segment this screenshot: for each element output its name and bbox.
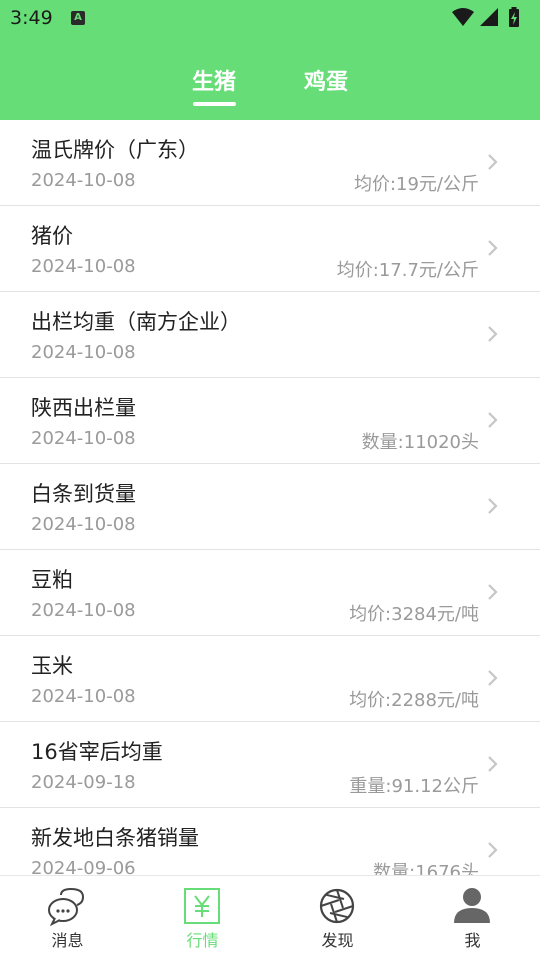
market-list: 温氏牌价（广东） 2024-10-08 均价:19元/公斤 猪价 2024-10… [0,120,540,875]
tab-pig[interactable]: 生猪 [192,64,236,96]
item-value: 重量:91.12公斤 [349,776,479,797]
nav-me[interactable]: 我 [405,876,540,961]
app-header: 3:49 A 生猪 鸡蛋 [0,0,540,120]
item-title: 陕西出栏量 [31,396,136,420]
battery-icon [509,7,519,27]
item-title: 16省宰后均重 [31,740,163,764]
aperture-icon [319,888,355,924]
item-date: 2024-10-08 [31,600,136,621]
item-date: 2024-09-18 [31,772,136,793]
chevron-right-icon [488,756,498,772]
item-date: 2024-09-06 [31,858,136,875]
item-title: 新发地白条猪销量 [31,826,199,850]
bottom-nav: 消息 行情 发现 我 [0,875,540,961]
nav-label: 我 [464,931,481,950]
chevron-right-icon [488,498,498,514]
chevron-right-icon [488,326,498,342]
list-item[interactable]: 猪价 2024-10-08 均价:17.7元/公斤 [0,206,540,292]
item-date: 2024-10-08 [31,514,136,535]
person-icon [454,888,490,923]
item-date: 2024-10-08 [31,686,136,707]
chevron-right-icon [488,154,498,170]
category-tabs: 生猪 鸡蛋 [0,50,540,120]
list-item[interactable]: 玉米 2024-10-08 均价:2288元/吨 [0,636,540,722]
item-date: 2024-10-08 [31,170,136,191]
item-value: 数量:1676头 [373,862,479,875]
chat-bubble-icon [48,887,85,926]
chevron-right-icon [488,240,498,256]
nav-label: 发现 [321,931,354,950]
wifi-icon [452,8,474,26]
item-date: 2024-10-08 [31,428,136,449]
nav-messages[interactable]: 消息 [0,876,135,961]
item-value: 均价:2288元/吨 [349,690,479,711]
item-value: 均价:19元/公斤 [353,174,479,195]
nav-label: 行情 [186,931,219,950]
item-title: 猪价 [31,224,73,248]
item-title: 白条到货量 [31,482,136,506]
status-icons [452,7,519,27]
list-item[interactable]: 豆粕 2024-10-08 均价:3284元/吨 [0,550,540,636]
list-item[interactable]: 出栏均重（南方企业） 2024-10-08 [0,292,540,378]
nav-market[interactable]: 行情 [135,876,270,961]
chevron-right-icon [488,842,498,858]
chevron-right-icon [488,670,498,686]
list-item[interactable]: 白条到货量 2024-10-08 [0,464,540,550]
list-item[interactable]: 陕西出栏量 2024-10-08 数量:11020头 [0,378,540,464]
status-bar: 3:49 A [0,0,540,36]
item-title: 豆粕 [31,568,73,592]
signal-icon [480,8,498,26]
item-title: 出栏均重（南方企业） [31,310,241,334]
nav-discover[interactable]: 发现 [270,876,405,961]
list-item[interactable]: 温氏牌价（广东） 2024-10-08 均价:19元/公斤 [0,120,540,206]
item-date: 2024-10-08 [31,342,136,363]
status-time: 3:49 [10,7,53,29]
active-tab-indicator [193,102,236,106]
item-date: 2024-10-08 [31,256,136,277]
item-value: 数量:11020头 [361,432,479,453]
yuan-icon [184,888,220,924]
chevron-right-icon [488,584,498,600]
list-item[interactable]: 新发地白条猪销量 2024-09-06 数量:1676头 [0,808,540,875]
tab-egg[interactable]: 鸡蛋 [304,64,348,96]
list-item[interactable]: 16省宰后均重 2024-09-18 重量:91.12公斤 [0,722,540,808]
chevron-right-icon [488,412,498,428]
item-value: 均价:3284元/吨 [349,604,479,625]
nav-label: 消息 [51,931,84,950]
item-title: 玉米 [31,654,73,678]
item-value: 均价:17.7元/公斤 [336,260,479,281]
notification-icon: A [71,11,85,25]
item-title: 温氏牌价（广东） [31,138,199,162]
